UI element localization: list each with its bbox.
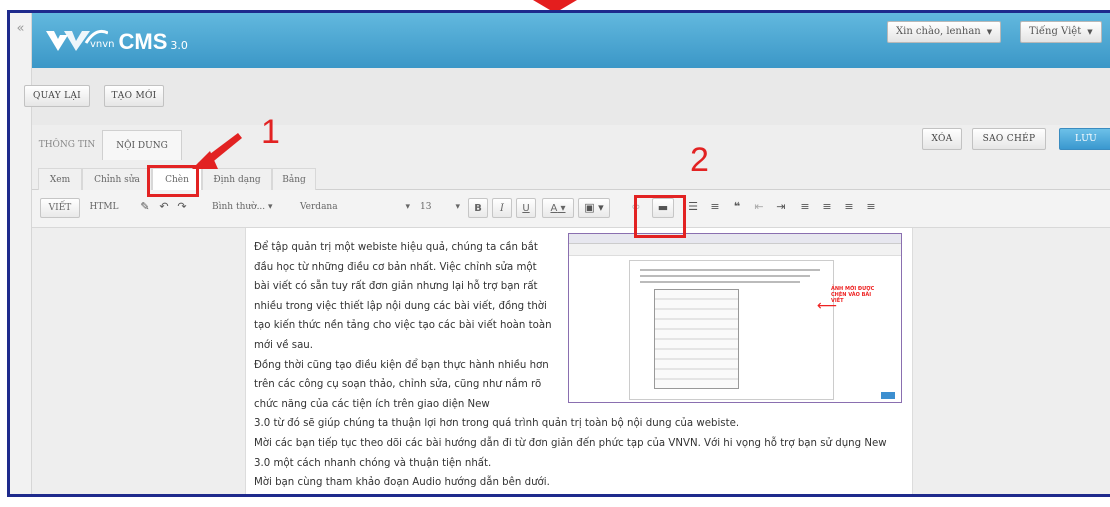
app-header: vnvn CMS 3.0 Xin chào, lenhan ▼ Tiếng Việ… (32, 13, 1110, 68)
chevron-down-icon: ▼ (986, 28, 993, 36)
subtab-view[interactable]: Xem (38, 168, 82, 190)
language-select[interactable]: Tiếng Việt ▼ (1020, 21, 1102, 43)
bold-button[interactable]: B (468, 198, 488, 218)
image-screenshot (654, 289, 739, 389)
spellcheck-icon[interactable]: ✎ (136, 198, 154, 218)
chevron-down-icon: ▾ (405, 202, 410, 212)
editor-paragraph-5: Mời bạn cùng tham khảo đoạn Audio hướng … (254, 477, 550, 489)
tab-content[interactable]: NỘI DUNG (102, 130, 182, 160)
user-menu-button[interactable]: Xin chào, lenhan ▼ (887, 21, 1002, 43)
bullet-list-icon[interactable]: ☰ (684, 198, 702, 218)
image-toolbar-bar (569, 244, 901, 256)
tab-info[interactable]: THÔNG TIN (32, 130, 102, 160)
editor-paragraph-1: Để tập quản trị một webiste hiệu quả, ch… (254, 242, 552, 351)
new-button[interactable]: TẠO MỚI (104, 85, 164, 107)
brand-logo[interactable]: vnvn CMS 3.0 (46, 23, 188, 55)
brand-name: CMS (118, 29, 168, 54)
subtab-edit[interactable]: Chỉnh sửa (82, 168, 152, 190)
paragraph-style-select[interactable]: Bình thườ... ▾ (212, 198, 292, 218)
numbered-list-icon[interactable]: ≡ (706, 198, 724, 218)
font-color-button[interactable]: A ▾ (542, 198, 574, 218)
save-button[interactable]: LƯU (1059, 128, 1110, 150)
font-color-label: A (550, 203, 558, 214)
editor-paragraph-2: Đồng thời cũng tạo điều kiện để bạn thực… (254, 359, 549, 410)
image-save-button (881, 392, 895, 399)
editor-paragraph-4: Mời các bạn tiếp tục theo dõi các bài hư… (254, 437, 887, 469)
annotation-number-2: 2 (690, 141, 709, 179)
annotation-number-1: 1 (261, 113, 280, 151)
inserted-image[interactable]: ⟵ ẢNH MỚI ĐƯỢC CHÈN VÀO BÀI VIẾT (568, 233, 902, 403)
align-right-icon[interactable]: ≡ (840, 198, 858, 218)
highlight-color-icon[interactable]: ▣ ▾ (578, 198, 610, 218)
paragraph-style-value: Bình thườ... (212, 202, 266, 212)
copy-button[interactable]: SAO CHÉP (972, 128, 1046, 150)
align-left-icon[interactable]: ≡ (796, 198, 814, 218)
brand-version: 3.0 (170, 39, 188, 52)
underline-button[interactable]: U (516, 198, 536, 218)
image-caption: ẢNH MỚI ĐƯỢC CHÈN VÀO BÀI VIẾT (831, 286, 875, 304)
image-browser-bar (569, 234, 901, 244)
html-mode-button[interactable]: HTML (84, 198, 124, 218)
view-mode-button[interactable]: VIẾT (40, 198, 80, 218)
annotation-box-image-button (634, 195, 686, 238)
page: « vnvn CMS 3.0 Xin chào, lenhan ▼ Tiếng V… (0, 0, 1110, 507)
blockquote-icon[interactable]: ❝ (728, 198, 746, 218)
outdent-icon[interactable]: ⇤ (750, 198, 768, 218)
font-family-select[interactable]: Verdana ▾ (300, 198, 410, 218)
chevron-down-icon: ▼ (1087, 28, 1093, 36)
indent-icon[interactable]: ⇥ (772, 198, 790, 218)
subtab-format[interactable]: Định dạng (202, 168, 272, 190)
subtab-table[interactable]: Bảng (272, 168, 316, 190)
screenshot-frame: « vnvn CMS 3.0 Xin chào, lenhan ▼ Tiếng V… (7, 10, 1110, 497)
align-center-icon[interactable]: ≡ (818, 198, 836, 218)
back-button[interactable]: QUAY LẠI (24, 85, 90, 107)
align-justify-icon[interactable]: ≡ (862, 198, 880, 218)
language-label: Tiếng Việt (1029, 26, 1082, 37)
italic-button[interactable]: I (492, 198, 512, 218)
annotation-arrow-icon (192, 133, 242, 169)
user-greeting: Xin chào, lenhan (896, 26, 981, 37)
chevron-down-icon: ▾ (455, 202, 460, 212)
delete-button[interactable]: XÓA (922, 128, 962, 150)
brand-small: vnvn (90, 39, 115, 50)
editor-paragraph-3: 3.0 từ đó sẽ giúp chúng ta thuận lợi hơn… (254, 418, 740, 430)
font-size-select[interactable]: 13 ▾ (420, 198, 460, 218)
font-family-value: Verdana (300, 202, 338, 212)
undo-icon[interactable]: ↶ (156, 198, 172, 218)
redo-icon[interactable]: ↷ (174, 198, 190, 218)
font-size-value: 13 (420, 202, 432, 212)
editor-content[interactable]: Để tập quản trị một webiste hiệu quả, ch… (245, 228, 913, 494)
